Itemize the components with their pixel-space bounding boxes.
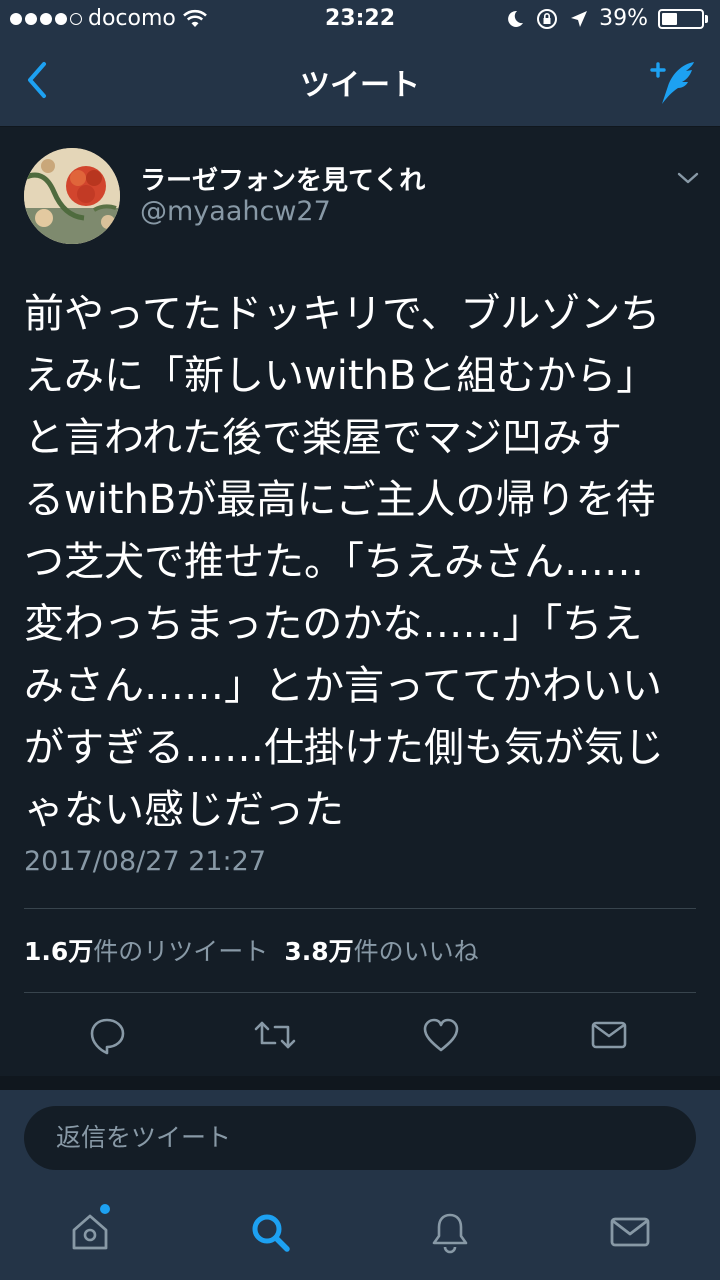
home-icon — [72, 1214, 108, 1250]
battery-icon — [658, 8, 708, 29]
tweet-text: 前やってたドッキリで、ブルゾンち えみに「新しいwithBと組むから」 と言われ… — [24, 291, 664, 833]
like-button[interactable] — [416, 1010, 466, 1060]
reply-input[interactable]: 返信をツイート — [24, 1106, 696, 1170]
status-bar: docomo 23:22 39% — [0, 0, 720, 40]
location-arrow-icon — [571, 10, 588, 27]
avatar[interactable] — [24, 148, 120, 244]
tab-notifications[interactable] — [422, 1204, 478, 1260]
compose-tweet-icon[interactable] — [648, 58, 700, 106]
divider — [24, 908, 696, 909]
retweet-stat[interactable]: 1.6万件のリツイート — [24, 932, 268, 968]
tweet-actions — [0, 1010, 720, 1060]
like-icon — [423, 1018, 459, 1052]
orientation-lock-icon — [537, 8, 558, 29]
search-icon — [252, 1214, 290, 1252]
reply-bar: 返信をツイート — [0, 1090, 720, 1186]
divider — [24, 992, 696, 993]
retweet-count: 1.6万 — [24, 937, 94, 966]
user-handle[interactable]: @myaahcw27 — [140, 196, 331, 227]
battery-percent: 39% — [599, 6, 648, 31]
retweet-button[interactable] — [250, 1010, 300, 1060]
tab-search[interactable] — [242, 1204, 298, 1260]
header: docomo 23:22 39% ツイート — [0, 0, 720, 127]
retweet-label: 件のリツイート — [93, 937, 269, 966]
status-bar-right: 39% — [505, 6, 708, 31]
retweet-icon — [254, 1021, 296, 1049]
tab-bar — [0, 1186, 720, 1280]
reply-button[interactable] — [82, 1010, 132, 1060]
moon-icon — [508, 10, 524, 27]
direct-message-icon — [591, 1021, 627, 1049]
messages-icon — [610, 1217, 650, 1247]
like-label: 件のいいね — [353, 937, 479, 966]
reply-icon — [90, 1018, 125, 1055]
tweet-detail-screen: docomo 23:22 39% ツイート ラーゼフォンを見てくれ @myaah… — [0, 0, 720, 1280]
direct-message-button[interactable] — [584, 1010, 634, 1060]
section-separator — [0, 1076, 720, 1090]
display-name[interactable]: ラーゼフォンを見てくれ — [140, 160, 425, 197]
tab-messages[interactable] — [602, 1204, 658, 1260]
chevron-down-icon[interactable] — [676, 168, 700, 188]
tab-home[interactable] — [62, 1204, 118, 1260]
tweet-stats: 1.6万件のリツイート 3.8万件のいいね — [24, 932, 479, 968]
like-stat[interactable]: 3.8万件のいいね — [284, 932, 478, 968]
new-content-indicator — [100, 1204, 110, 1214]
notifications-icon — [432, 1213, 468, 1254]
tweet-timestamp: 2017/08/27 21:27 — [24, 846, 267, 877]
like-count: 3.8万 — [284, 937, 354, 966]
avatar-image — [24, 148, 120, 244]
page-title: ツイート — [300, 68, 420, 103]
